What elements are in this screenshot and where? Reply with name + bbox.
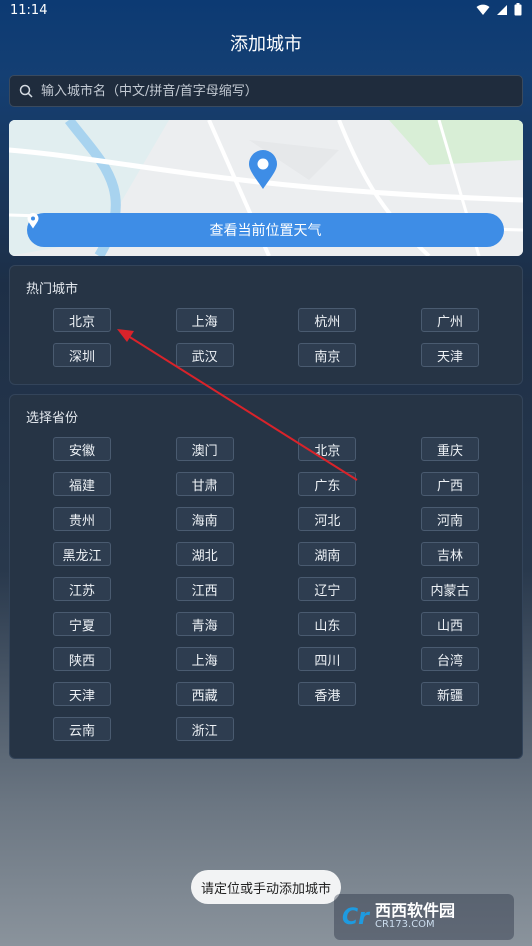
provinces-grid: 安徽 澳门 北京 重庆 福建 甘肃 广东 广西 贵州 海南 河北 河南 黑龙江 … bbox=[53, 437, 480, 741]
province-button[interactable]: 广西 bbox=[421, 472, 480, 496]
province-button[interactable]: 青海 bbox=[175, 612, 234, 636]
status-bar: 11:14 bbox=[0, 0, 532, 24]
province-button[interactable]: 北京 bbox=[298, 437, 357, 461]
province-button[interactable]: 河北 bbox=[298, 507, 357, 531]
city-button[interactable]: 北京 bbox=[53, 308, 111, 332]
city-button[interactable]: 杭州 bbox=[298, 308, 357, 332]
province-button[interactable]: 天津 bbox=[53, 682, 111, 706]
province-button[interactable]: 辽宁 bbox=[298, 577, 357, 601]
city-button[interactable]: 深圳 bbox=[53, 343, 111, 367]
province-button[interactable]: 贵州 bbox=[53, 507, 111, 531]
province-button[interactable]: 上海 bbox=[175, 647, 234, 671]
province-button[interactable]: 江西 bbox=[175, 577, 234, 601]
provinces-title: 选择省份 bbox=[26, 411, 79, 426]
city-button[interactable]: 天津 bbox=[421, 343, 480, 367]
search-input[interactable] bbox=[39, 82, 483, 100]
location-pin-icon bbox=[249, 150, 277, 189]
hot-cities-grid: 北京 上海 杭州 广州 深圳 武汉 南京 天津 bbox=[53, 308, 480, 367]
city-button[interactable]: 武汉 bbox=[175, 343, 234, 367]
city-button[interactable]: 南京 bbox=[298, 343, 357, 367]
province-button[interactable]: 新疆 bbox=[421, 682, 480, 706]
status-icons bbox=[476, 3, 522, 16]
watermark-text: 西西软件园 CR173.COM bbox=[375, 903, 455, 930]
provinces-panel: 选择省份 安徽 澳门 北京 重庆 福建 甘肃 广东 广西 贵州 海南 河北 河南… bbox=[9, 394, 523, 759]
location-icon bbox=[27, 213, 39, 229]
province-button[interactable]: 山东 bbox=[298, 612, 357, 636]
province-button[interactable]: 湖北 bbox=[175, 542, 234, 566]
map-view[interactable]: 查看当前位置天气 bbox=[9, 120, 523, 256]
hot-cities-panel: 热门城市 北京 上海 杭州 广州 深圳 武汉 南京 天津 bbox=[9, 265, 523, 385]
province-button[interactable]: 香港 bbox=[298, 682, 357, 706]
watermark-name: 西西软件园 bbox=[375, 901, 456, 921]
province-button[interactable]: 海南 bbox=[175, 507, 234, 531]
watermark-logo-mark: Cr bbox=[342, 904, 369, 930]
battery-icon bbox=[514, 3, 522, 16]
search-bar[interactable] bbox=[9, 75, 523, 107]
city-button[interactable]: 广州 bbox=[421, 308, 480, 332]
signal-icon bbox=[497, 4, 507, 15]
province-button[interactable]: 吉林 bbox=[421, 542, 480, 566]
locate-label: 查看当前位置天气 bbox=[209, 223, 322, 239]
province-button[interactable]: 重庆 bbox=[421, 437, 480, 461]
province-button[interactable]: 甘肃 bbox=[175, 472, 234, 496]
province-button[interactable]: 台湾 bbox=[421, 647, 480, 671]
city-button[interactable]: 上海 bbox=[175, 308, 234, 332]
province-button[interactable]: 陕西 bbox=[53, 647, 111, 671]
view-current-location-weather-button[interactable]: 查看当前位置天气 bbox=[27, 213, 504, 247]
province-button[interactable]: 河南 bbox=[421, 507, 480, 531]
province-button[interactable]: 西藏 bbox=[175, 682, 234, 706]
province-button[interactable]: 澳门 bbox=[175, 437, 234, 461]
wifi-icon bbox=[476, 4, 490, 15]
page-title: 添加城市 bbox=[230, 34, 302, 55]
hot-cities-title: 热门城市 bbox=[26, 282, 79, 297]
province-button[interactable]: 云南 bbox=[53, 717, 111, 741]
province-button[interactable]: 福建 bbox=[53, 472, 111, 496]
search-icon bbox=[19, 84, 33, 98]
province-button[interactable]: 安徽 bbox=[53, 437, 111, 461]
province-button[interactable]: 宁夏 bbox=[53, 612, 111, 636]
province-button[interactable]: 山西 bbox=[421, 612, 480, 636]
province-button[interactable]: 江苏 bbox=[53, 577, 111, 601]
province-button[interactable]: 广东 bbox=[298, 472, 357, 496]
watermark-site: CR173.COM bbox=[375, 919, 435, 931]
watermark-logo: Cr 西西软件园 CR173.COM bbox=[334, 894, 514, 940]
province-button[interactable]: 浙江 bbox=[175, 717, 234, 741]
province-button[interactable]: 黑龙江 bbox=[53, 542, 111, 566]
province-button[interactable]: 湖南 bbox=[298, 542, 357, 566]
toast-message: 请定位或手动添加城市 bbox=[191, 870, 341, 904]
province-button[interactable]: 内蒙古 bbox=[421, 577, 480, 601]
status-time: 11:14 bbox=[10, 3, 48, 18]
province-button[interactable]: 四川 bbox=[298, 647, 357, 671]
